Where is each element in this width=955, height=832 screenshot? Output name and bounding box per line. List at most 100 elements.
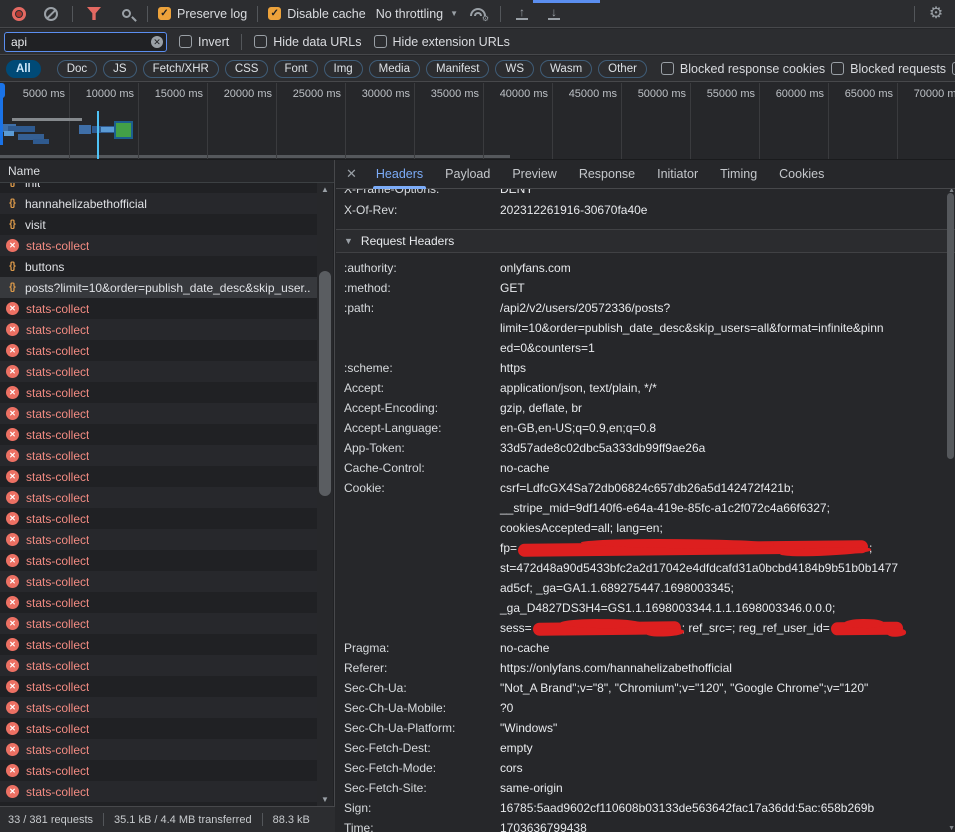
request-row[interactable]: ✕stats-collect (0, 697, 317, 718)
request-row[interactable]: ✕stats-collect (0, 340, 317, 361)
scrollbar-thumb[interactable] (319, 271, 331, 496)
network-overview-timeline[interactable]: 5000 ms10000 ms15000 ms20000 ms25000 ms3… (0, 83, 955, 160)
request-name: posts?limit=10&order=publish_date_desc&s… (25, 281, 311, 295)
name-column-header[interactable]: Name (0, 160, 334, 183)
header-name: Sign: (344, 798, 500, 818)
tab-headers[interactable]: Headers (365, 160, 434, 189)
request-row[interactable]: ✕stats-collect (0, 298, 317, 319)
tab-initiator[interactable]: Initiator (646, 160, 709, 189)
filter-pill-wasm[interactable]: Wasm (540, 60, 592, 78)
disable-cache-checkbox[interactable]: ✓ Disable cache (268, 7, 366, 21)
download-icon: ↓ (547, 7, 561, 20)
tab-cookies[interactable]: Cookies (768, 160, 835, 189)
request-row[interactable]: ✕stats-collect (0, 235, 317, 256)
timeline-tick-label: 50000 ms (638, 88, 686, 100)
request-row[interactable]: ✕stats-collect (0, 550, 317, 571)
request-type-filter-bar: All Doc JS Fetch/XHR CSS Font Img Media Manifest… (0, 56, 955, 82)
request-row[interactable]: ✕stats-collect (0, 487, 317, 508)
blocked-requests-checkbox[interactable]: Blocked requests (831, 62, 946, 76)
request-row[interactable]: ✕stats-collect (0, 529, 317, 550)
scroll-down-icon[interactable]: ▼ (948, 825, 955, 832)
import-har-button[interactable]: ↑ (511, 3, 533, 25)
request-row[interactable]: {}hannahelizabethofficial (0, 193, 317, 214)
request-row[interactable]: {}init (0, 183, 317, 193)
filter-input[interactable] (4, 32, 167, 52)
settings-button[interactable]: ⚙ (925, 3, 947, 25)
network-filter-bar: ✕ Invert Hide data URLs Hide extension U… (0, 29, 955, 55)
hide-data-urls-checkbox[interactable]: Hide data URLs (254, 35, 361, 49)
filter-pill-font[interactable]: Font (274, 60, 317, 78)
filter-pill-doc[interactable]: Doc (57, 60, 97, 78)
filter-pill-css[interactable]: CSS (225, 60, 269, 78)
clear-filter-icon[interactable]: ✕ (151, 36, 163, 48)
throttling-select[interactable]: No throttling ▼ (376, 7, 458, 21)
request-row[interactable]: ✕stats-collect (0, 319, 317, 340)
clear-button[interactable] (40, 3, 62, 25)
header-value: 33d57ade8c02dbc5a333db99ff9ae26a (500, 438, 705, 458)
error-icon: ✕ (6, 659, 19, 672)
timeline-gridline (621, 83, 622, 159)
close-icon[interactable]: ✕ (342, 166, 365, 182)
request-list-scrollbar[interactable]: ▲ ▼ (317, 183, 333, 806)
timeline-tick-label: 25000 ms (293, 88, 341, 100)
request-row[interactable]: ✕stats-collect (0, 613, 317, 634)
scroll-up-icon[interactable]: ▲ (317, 185, 333, 194)
filter-pill-fetch-xhr[interactable]: Fetch/XHR (143, 60, 219, 78)
waterfall-activity-bar (101, 127, 115, 132)
filter-pill-js[interactable]: JS (103, 60, 136, 78)
overview-scroll-indicator[interactable] (0, 155, 510, 158)
error-icon: ✕ (6, 701, 19, 714)
request-row[interactable]: ✕stats-collect (0, 466, 317, 487)
request-headers-section-toggle[interactable]: ▼ Request Headers (336, 229, 955, 253)
header-row: :scheme:https (336, 358, 955, 378)
tab-timing[interactable]: Timing (709, 160, 768, 189)
header-value: https://onlyfans.com/hannahelizabethoffi… (500, 658, 732, 678)
filter-toggle-button[interactable] (83, 3, 105, 25)
filter-pill-media[interactable]: Media (369, 60, 420, 78)
request-row[interactable]: ✕stats-collect (0, 739, 317, 760)
tab-preview[interactable]: Preview (501, 160, 567, 189)
network-conditions-button[interactable]: ⚙ (468, 3, 490, 25)
request-row[interactable]: ✕stats-collect (0, 571, 317, 592)
filter-pill-img[interactable]: Img (324, 60, 363, 78)
request-row[interactable]: ✕stats-collect (0, 781, 317, 802)
scrollbar-thumb[interactable] (947, 193, 954, 459)
filter-pill-ws[interactable]: WS (495, 60, 534, 78)
preserve-log-checkbox[interactable]: ✓ Preserve log (158, 7, 247, 21)
request-row[interactable]: ✕stats-collect (0, 592, 317, 613)
record-button[interactable] (8, 3, 30, 25)
toolbar-divider (147, 6, 148, 22)
request-row[interactable]: ✕stats-collect (0, 508, 317, 529)
search-button[interactable] (115, 3, 137, 25)
request-name: stats-collect (26, 617, 89, 631)
tab-response[interactable]: Response (568, 160, 646, 189)
header-value: same-origin (500, 778, 563, 798)
hide-extension-urls-checkbox[interactable]: Hide extension URLs (374, 35, 510, 49)
filter-pill-manifest[interactable]: Manifest (426, 60, 489, 78)
invert-checkbox[interactable]: Invert (179, 35, 229, 49)
request-row[interactable]: {}visit (0, 214, 317, 235)
blocked-response-cookies-checkbox[interactable]: Blocked response cookies (661, 62, 825, 76)
request-row[interactable]: ✕stats-collect (0, 445, 317, 466)
details-scrollbar[interactable]: ▲ ▼ (945, 189, 955, 832)
request-row[interactable]: ✕stats-collect (0, 718, 317, 739)
request-row[interactable]: {}buttons (0, 256, 317, 277)
header-row: Accept-Language:en-GB,en-US;q=0.9,en;q=0… (336, 418, 955, 438)
request-row[interactable]: ✕stats-collect (0, 676, 317, 697)
request-row[interactable]: ✕stats-collect (0, 424, 317, 445)
timeline-tick-label: 15000 ms (155, 88, 203, 100)
scroll-down-icon[interactable]: ▼ (317, 795, 333, 804)
filter-pill-all[interactable]: All (6, 60, 41, 78)
error-icon: ✕ (6, 470, 19, 483)
error-icon: ✕ (6, 239, 19, 252)
request-row[interactable]: ✕stats-collect (0, 655, 317, 676)
request-row[interactable]: ✕stats-collect (0, 403, 317, 424)
request-row[interactable]: ✕stats-collect (0, 760, 317, 781)
filter-pill-other[interactable]: Other (598, 60, 647, 78)
request-row[interactable]: ✕stats-collect (0, 634, 317, 655)
request-row[interactable]: ✕stats-collect (0, 382, 317, 403)
request-row[interactable]: ✕stats-collect (0, 361, 317, 382)
request-row[interactable]: {}posts?limit=10&order=publish_date_desc… (0, 277, 317, 298)
tab-payload[interactable]: Payload (434, 160, 501, 189)
export-har-button[interactable]: ↓ (543, 3, 565, 25)
